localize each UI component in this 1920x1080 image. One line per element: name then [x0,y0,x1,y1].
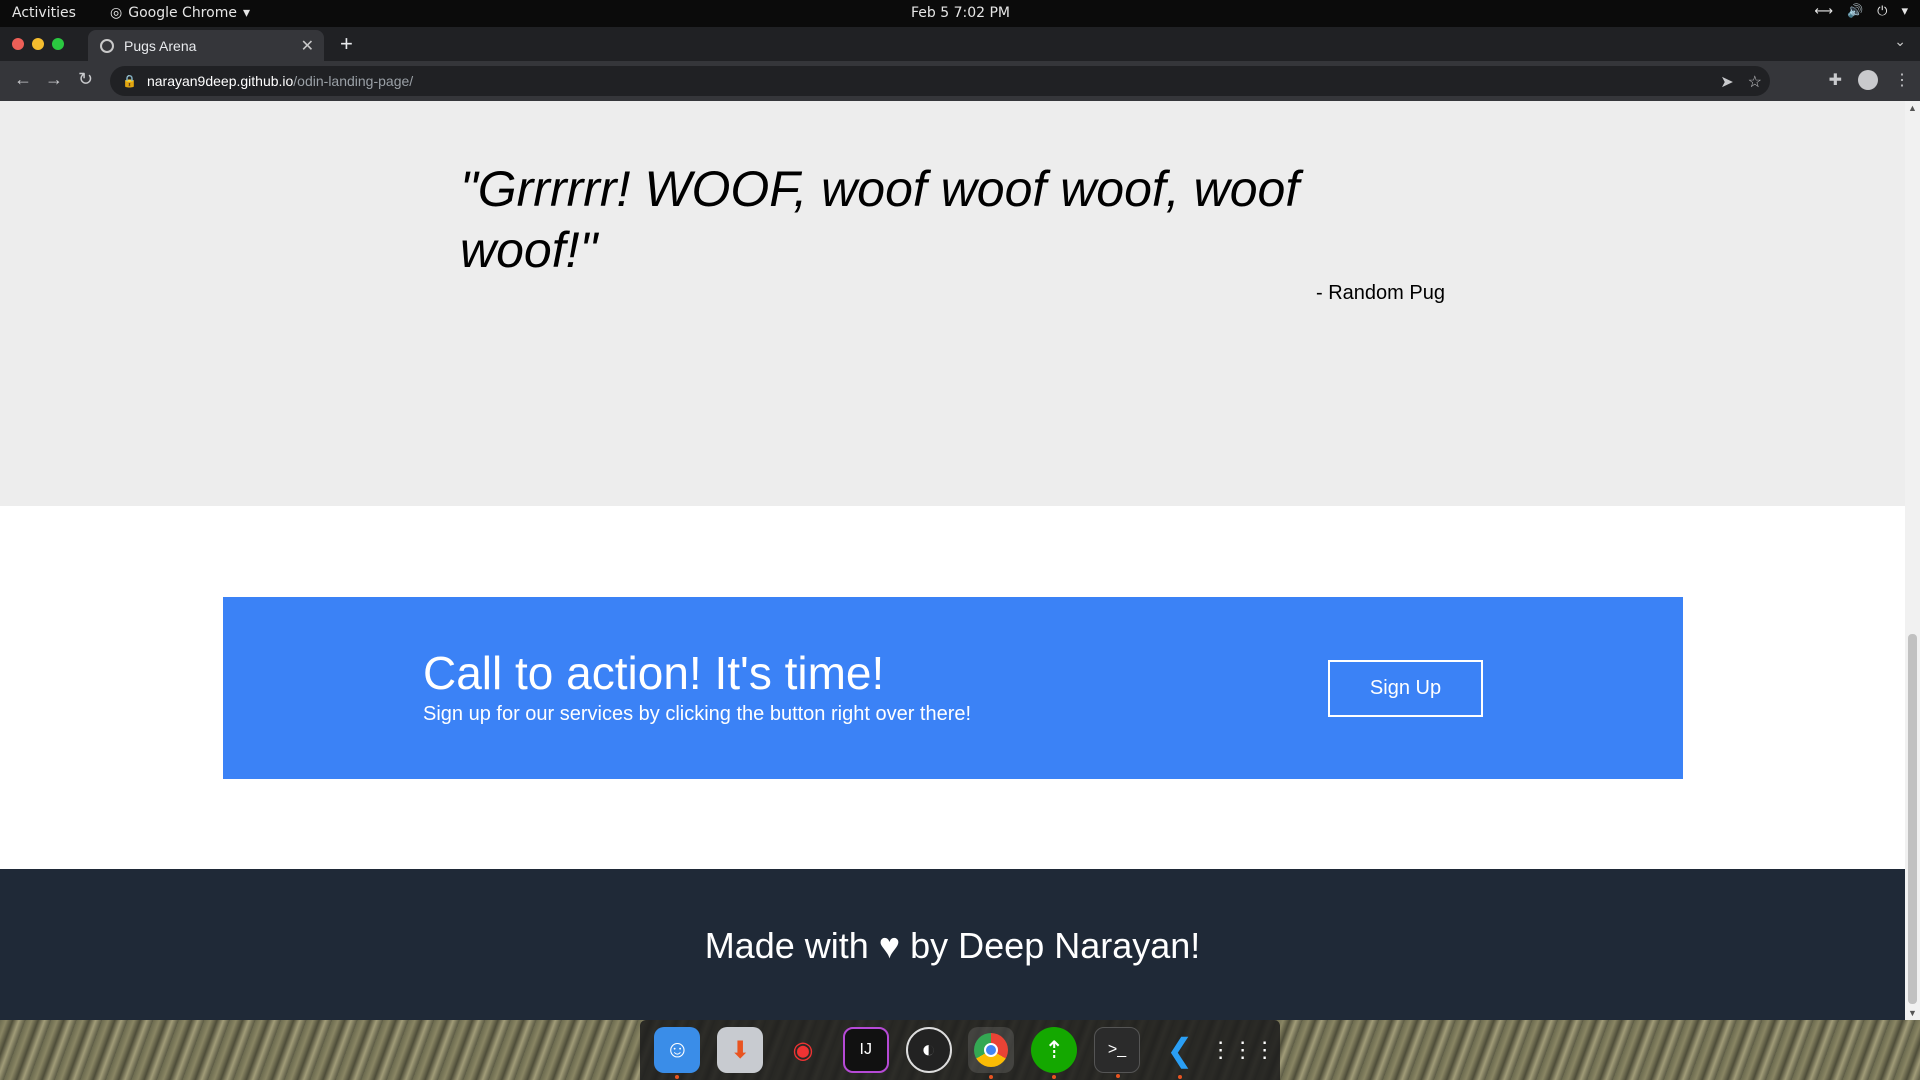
finder-icon[interactable]: ☺ [654,1027,701,1079]
network-icon: ⟷ [1814,4,1833,19]
footer: Made with ♥ by Deep Narayan! [0,869,1905,1020]
quote-section: "Grrrrrr! WOOF, woof woof woof, woof woo… [0,101,1905,506]
terminal-icon[interactable]: >_ [1093,1027,1140,1078]
url-host: narayan9deep.github.io [146,73,294,89]
intellij-icon[interactable]: IJ [842,1027,889,1073]
caret-down-icon: ▾ [242,5,250,21]
tab-title: Pugs Arena [124,37,197,54]
app-menu-label: Google Chrome [128,5,237,21]
chrome-logo-icon [974,1033,1009,1067]
call-to-action-banner: Call to action! It's time! Sign up for o… [223,597,1683,779]
clock[interactable]: Feb 5 7:02 PM [911,5,1010,21]
forward-arrow-icon[interactable]: → [45,69,63,90]
tab-strip: Pugs Arena ✕ + ⌄ [0,27,1920,61]
globe-icon [100,38,114,53]
lock-icon: 🔒 [122,74,137,88]
cta-title: Call to action! It's time! [423,647,885,699]
app-grid-icon[interactable]: ⋮⋮⋮ [1210,1027,1276,1073]
chrome-small-icon: ◎ [110,5,123,21]
page-scrollbar[interactable]: ▲ ▼ [1905,101,1920,1020]
dock: ☺ ⬇ ◉ IJ ◐ ⇡ >_ ❮ ⋮⋮⋮ [640,1020,1280,1080]
reload-icon[interactable]: ↻ [78,69,93,90]
scroll-down-arrow-icon[interactable]: ▼ [1908,1008,1917,1018]
url-path: /odin-landing-page/ [293,73,414,89]
cta-subtitle: Sign up for our services by clicking the… [423,703,972,725]
address-bar[interactable]: 🔒 narayan9deep.github.io/odin-landing-pa… [110,66,1770,96]
back-arrow-icon[interactable]: ← [14,69,32,90]
tab-search-chevron-icon[interactable]: ⌄ [1894,33,1906,50]
new-tab-button[interactable]: + [340,31,353,57]
system-tray[interactable]: ⟷ 🔊 ⏻ ▾ [1814,4,1908,19]
downloader-icon[interactable]: ⬇ [717,1027,764,1073]
browser-toolbar: ← → ↻ 🔒 narayan9deep.github.io/odin-land… [0,61,1920,101]
activities-button[interactable]: Activities [12,5,76,21]
quote-text: "Grrrrrr! WOOF, woof woof woof, woof woo… [460,161,1300,278]
send-icon[interactable]: ➤ [1720,72,1733,92]
obs-icon[interactable]: ◐ [905,1027,952,1073]
profile-avatar-icon[interactable] [1858,70,1878,90]
window-controls [12,38,64,50]
scrollbar-thumb[interactable] [1908,634,1917,1004]
minimize-window-button[interactable] [32,38,44,50]
volume-icon: 🔊 [1846,4,1864,19]
quote-author: - Random Pug [1316,282,1445,304]
footer-text: Made with ♥ by Deep Narayan! [704,925,1201,966]
upwork-icon[interactable]: ⇡ [1031,1027,1078,1079]
app-menu[interactable]: ◎ Google Chrome ▾ [110,5,250,21]
maximize-window-button[interactable] [52,38,64,50]
vscode-icon[interactable]: ❮ [1157,1027,1203,1079]
help-lifebuoy-icon[interactable]: ◉ [780,1027,826,1073]
system-top-bar: Activities ◎ Google Chrome ▾ Feb 5 7:02 … [0,0,1920,27]
power-icon: ⏻ [1877,4,1888,19]
close-tab-icon[interactable]: ✕ [301,36,314,56]
extensions-puzzle-icon[interactable]: ✚ [1829,70,1842,90]
toolbar-right: ✚ ⋮ [1829,70,1910,90]
more-vertical-icon[interactable]: ⋮ [1894,70,1910,90]
close-window-button[interactable] [12,38,24,50]
chrome-icon[interactable] [968,1027,1015,1079]
bookmark-star-icon[interactable]: ☆ [1748,72,1762,92]
tab-pugs-arena[interactable]: Pugs Arena ✕ [88,30,324,61]
page-viewport: "Grrrrrr! WOOF, woof woof woof, woof woo… [0,101,1920,1020]
tray-caret-icon: ▾ [1901,4,1908,19]
sign-up-button[interactable]: Sign Up [1328,660,1483,717]
scroll-up-arrow-icon[interactable]: ▲ [1908,103,1917,113]
address-bar-actions: ➤ ☆ [1720,72,1762,92]
